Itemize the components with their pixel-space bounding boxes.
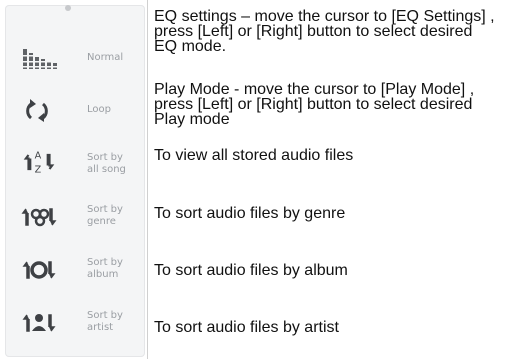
description-eq: EQ settings – move the cursor to [EQ Set… — [154, 8, 495, 55]
menu-item-artist[interactable]: Sort by artist — [5, 299, 145, 349]
menu-item-label: Sort by album — [87, 257, 123, 280]
svg-text:A: A — [35, 151, 42, 162]
knob-icon — [65, 5, 71, 11]
menu-item-eq[interactable]: Normal — [5, 35, 145, 85]
description-all-songs: To view all stored audio files — [154, 147, 354, 164]
menu-item-play-mode[interactable]: Loop — [5, 87, 145, 137]
description-genre: To sort audio files by genre — [154, 205, 346, 222]
album-icon — [22, 261, 56, 279]
menu-item-label: Sort by all song — [87, 152, 126, 175]
artist-icon — [22, 314, 56, 332]
description-artist: To sort audio files by artist — [154, 319, 339, 336]
divider — [147, 0, 148, 359]
svg-text:Z: Z — [35, 165, 42, 176]
equalizer-icon — [21, 49, 57, 69]
menu-item-label: Normal — [87, 52, 124, 63]
loop-icon — [26, 99, 48, 122]
sort-az-icon: A Z — [23, 151, 55, 176]
menu-item-label: Loop — [87, 104, 111, 115]
description-play-mode: Play Mode - move the cursor to [Play Mod… — [154, 81, 475, 128]
menu-item-all-songs[interactable]: A Z Sort by all song — [5, 141, 145, 191]
menu-item-album[interactable]: Sort by album — [5, 246, 145, 296]
menu-item-genre[interactable]: Sort by genre — [5, 193, 145, 243]
menu-item-label: Sort by artist — [87, 310, 123, 333]
device-menu-panel: Normal Loop A Z Sort by all song Sort by… — [5, 5, 145, 357]
description-album: To sort audio files by album — [154, 262, 348, 279]
menu-item-label: Sort by genre — [87, 204, 123, 227]
genre-icon — [21, 208, 57, 227]
